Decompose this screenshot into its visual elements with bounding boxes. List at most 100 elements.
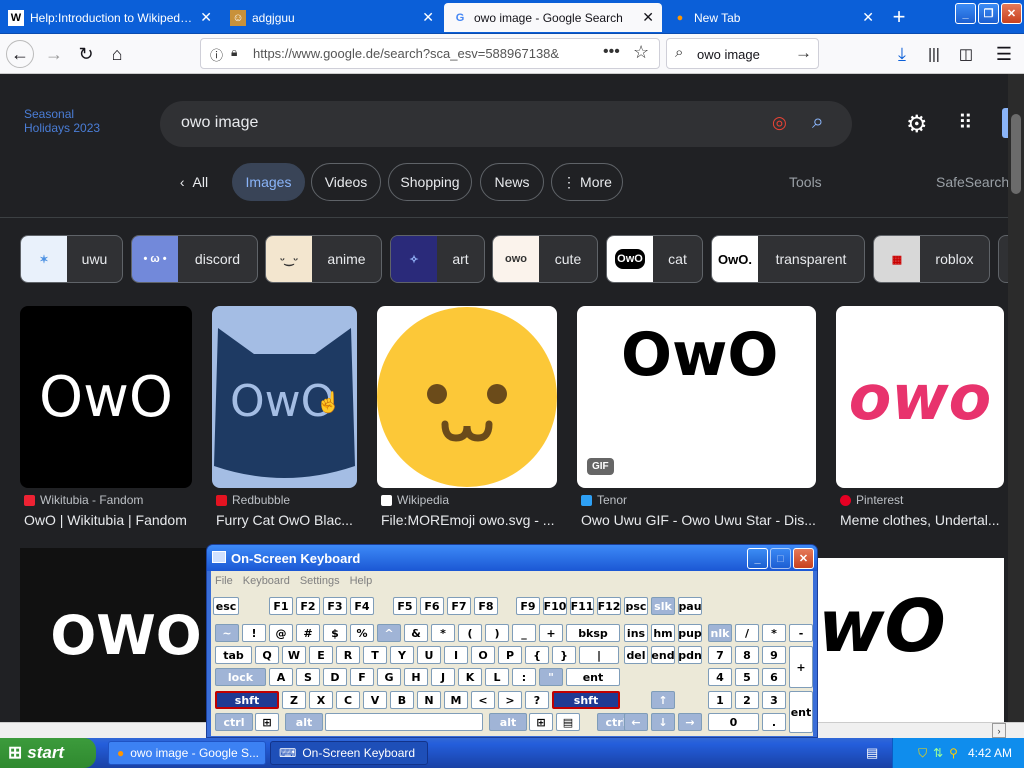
key[interactable]: |: [579, 646, 619, 664]
key[interactable]: W: [282, 646, 306, 664]
key[interactable]: F: [350, 668, 374, 686]
key[interactable]: slk: [651, 597, 675, 615]
result-source[interactable]: Tenor: [581, 493, 627, 507]
key[interactable]: T: [363, 646, 387, 664]
key[interactable]: .: [762, 713, 786, 731]
key[interactable]: F3: [323, 597, 347, 615]
key[interactable]: 8: [735, 646, 759, 664]
doodle-link[interactable]: Seasonal Holidays 2023: [24, 107, 100, 135]
key[interactable]: 1: [708, 691, 732, 709]
key[interactable]: nlk: [708, 624, 732, 642]
tools-button[interactable]: Tools: [789, 174, 822, 190]
google-search-bar[interactable]: owo image ◎ ⌕: [160, 101, 852, 147]
key[interactable]: 0: [708, 713, 759, 731]
key[interactable]: _: [512, 624, 536, 642]
key[interactable]: M: [444, 691, 468, 709]
key[interactable]: /: [735, 624, 759, 642]
key[interactable]: O: [471, 646, 495, 664]
new-tab-plus-icon[interactable]: +: [886, 4, 912, 30]
context-menu-key-icon[interactable]: ▤: [556, 713, 580, 731]
result-source[interactable]: Wikipedia: [381, 493, 449, 507]
scroll-thumb[interactable]: [1011, 114, 1021, 194]
windows-key-icon[interactable]: ⊞: [255, 713, 279, 731]
close-icon[interactable]: ✕: [793, 548, 814, 569]
key[interactable]: shft: [552, 691, 620, 709]
key[interactable]: Q: [255, 646, 279, 664]
reload-icon[interactable]: ↻: [72, 40, 100, 68]
url-bar[interactable]: ⓘ 🔒︎ https://www.google.de/search?sca_es…: [200, 38, 660, 69]
key[interactable]: ent: [566, 668, 620, 686]
key[interactable]: +: [789, 646, 813, 688]
sidebar-icon[interactable]: ◫: [952, 40, 980, 68]
key[interactable]: *: [431, 624, 455, 642]
chip-roblox[interactable]: ▦ roblox: [873, 235, 990, 283]
key[interactable]: >: [498, 691, 522, 709]
key[interactable]: ins: [624, 624, 648, 642]
close-icon[interactable]: ✕: [862, 9, 874, 26]
key[interactable]: lock: [215, 668, 266, 686]
result-title[interactable]: Furry Cat OwO Blac...: [216, 512, 357, 528]
key[interactable]: 3: [762, 691, 786, 709]
key[interactable]: @: [269, 624, 293, 642]
key[interactable]: +: [539, 624, 563, 642]
chip-discord[interactable]: • ω • discord: [131, 235, 258, 283]
lens-camera-icon[interactable]: ◎: [772, 113, 787, 133]
key[interactable]: ←: [624, 713, 648, 731]
key[interactable]: psc: [624, 597, 648, 615]
key[interactable]: E: [309, 646, 333, 664]
key[interactable]: }: [552, 646, 576, 664]
key[interactable]: F7: [447, 597, 471, 615]
key[interactable]: F2: [296, 597, 320, 615]
key[interactable]: Y: [390, 646, 414, 664]
key[interactable]: J: [431, 668, 455, 686]
close-icon[interactable]: ✕: [200, 9, 212, 26]
chip-uwu[interactable]: ✶ uwu: [20, 235, 123, 283]
close-icon[interactable]: ✕: [642, 9, 654, 26]
key[interactable]: D: [323, 668, 347, 686]
key[interactable]: {: [525, 646, 549, 664]
result-image-2[interactable]: OwO ☝: [212, 306, 357, 488]
filter-news[interactable]: News: [480, 163, 544, 201]
key[interactable]: ent: [789, 691, 813, 733]
result-image-7[interactable]: wO: [812, 558, 1004, 722]
key[interactable]: N: [417, 691, 441, 709]
result-image-1[interactable]: OwO: [20, 306, 192, 488]
bookmark-star-icon[interactable]: ☆: [633, 42, 649, 63]
settings-gear-icon[interactable]: ⚙: [906, 110, 928, 139]
security-shield-icon[interactable]: ⛉: [918, 746, 927, 761]
key[interactable]: F6: [420, 597, 444, 615]
key[interactable]: tab: [215, 646, 252, 664]
key[interactable]: esc: [213, 597, 239, 615]
forward-arrow-icon[interactable]: →: [40, 40, 68, 68]
close-icon[interactable]: ✕: [422, 9, 434, 26]
query-text[interactable]: owo image: [181, 114, 258, 132]
space-bar[interactable]: [325, 713, 483, 731]
key[interactable]: del: [624, 646, 648, 664]
key[interactable]: F10: [543, 597, 567, 615]
key[interactable]: X: [309, 691, 333, 709]
download-icon[interactable]: ⤓: [888, 40, 916, 68]
key[interactable]: 4: [708, 668, 732, 686]
key[interactable]: ~: [215, 624, 239, 642]
chip-cat[interactable]: OwO cat: [606, 235, 703, 283]
result-source[interactable]: Redbubble: [216, 493, 290, 507]
windows-key-icon[interactable]: ⊞: [529, 713, 553, 731]
filter-images[interactable]: Images: [232, 163, 305, 201]
tab-google-search[interactable]: G owo image - Google Search ✕: [444, 3, 662, 32]
result-title[interactable]: File:MOREmoji owo.svg - ...: [381, 512, 557, 528]
search-icon[interactable]: ⌕: [812, 110, 824, 134]
result-image-6[interactable]: OWO: [20, 548, 232, 722]
key[interactable]: F1: [269, 597, 293, 615]
key[interactable]: shft: [215, 691, 279, 709]
key[interactable]: 2: [735, 691, 759, 709]
key[interactable]: F8: [474, 597, 498, 615]
language-bar-icon[interactable]: ▤: [866, 745, 878, 761]
home-icon[interactable]: ⌂: [103, 40, 131, 68]
key[interactable]: H: [404, 668, 428, 686]
key[interactable]: ): [485, 624, 509, 642]
key[interactable]: alt: [489, 713, 527, 731]
key[interactable]: G: [377, 668, 401, 686]
tab-wikipedia[interactable]: W Help:Introduction to Wikipedia - W ✕: [0, 3, 220, 32]
key[interactable]: B: [390, 691, 414, 709]
task-firefox[interactable]: ● owo image - Google S...: [108, 741, 266, 765]
